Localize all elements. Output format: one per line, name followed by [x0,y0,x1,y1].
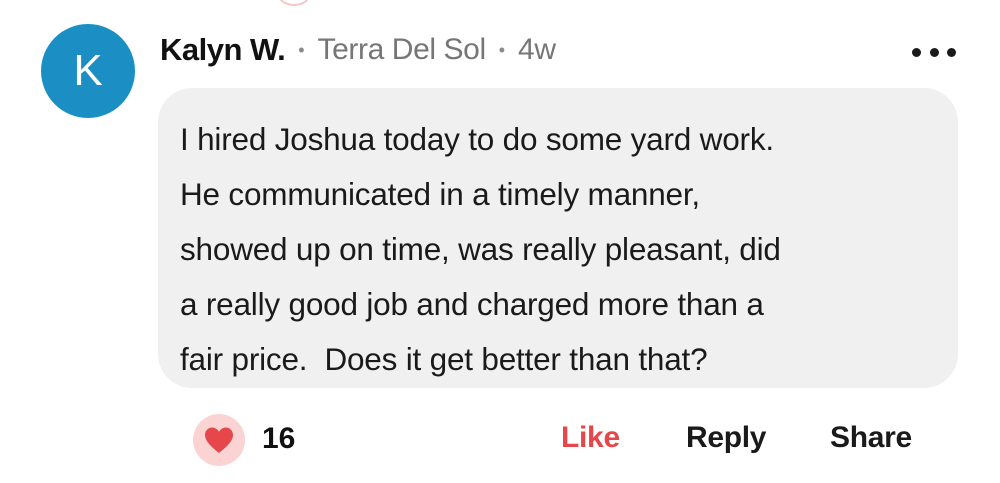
like-button[interactable]: Like [561,421,620,455]
timestamp: 4w [518,33,556,66]
heart-reaction-button[interactable] [193,414,245,466]
reply-button[interactable]: Reply [686,421,767,455]
comment-actions-bar: 16 Like Reply Share [0,412,1000,468]
avatar[interactable]: K [41,24,135,118]
more-options-icon[interactable] [912,42,956,62]
comment-text: I hired Joshua today to do some yard wor… [180,121,781,377]
heart-icon [205,427,233,453]
neighborhood-name[interactable]: Terra Del Sol [318,33,487,67]
author-name[interactable]: Kalyn W. [160,32,286,68]
partial-reaction-ring [277,0,311,6]
reaction-count[interactable]: 16 [262,422,295,456]
comment-header: Kalyn W. • Terra Del Sol • 4w [160,30,556,70]
dot-1 [912,47,921,57]
comment-bubble: I hired Joshua today to do some yard wor… [158,88,958,388]
share-button[interactable]: Share [830,421,912,455]
avatar-initial: K [73,46,103,95]
dot-2 [929,47,939,57]
separator-dot: • [498,39,506,60]
separator-dot: • [298,39,305,60]
comment-view: K Kalyn W. • Terra Del Sol • 4w I hired … [0,0,1000,483]
dot-3 [947,47,956,57]
